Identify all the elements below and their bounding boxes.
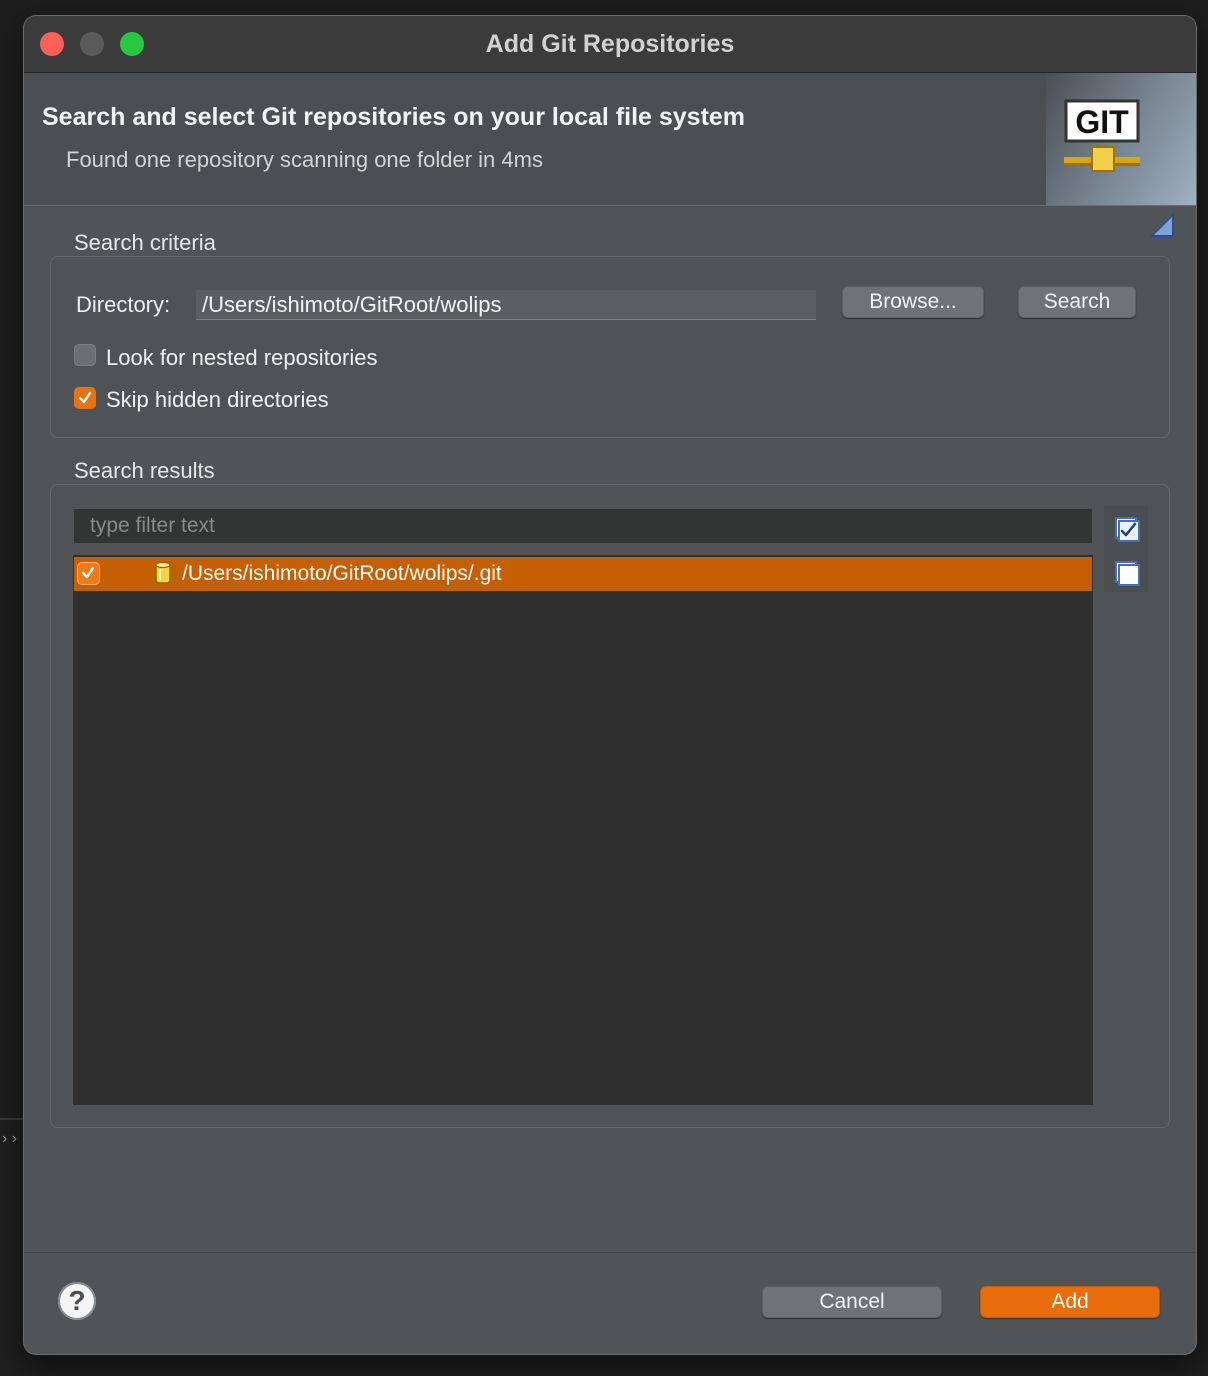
select-all-icon[interactable] <box>1114 516 1140 542</box>
background-chevron-icon: › › <box>2 1130 18 1147</box>
directory-label: Directory: <box>76 292 171 317</box>
skip-hidden-checkbox[interactable] <box>74 387 96 409</box>
wizard-banner: Search and select Git repositories on yo… <box>24 73 1196 237</box>
selection-toolbar <box>1104 506 1148 592</box>
list-item[interactable]: /Users/ishimoto/GitRoot/wolips/.git <box>74 557 1092 591</box>
checkmark-icon <box>81 566 95 579</box>
footer-divider <box>24 1252 1196 1253</box>
skip-hidden-label: Skip hidden directories <box>106 387 329 412</box>
window-title: Add Git Repositories <box>485 30 735 58</box>
wizard-corner-icon <box>1148 211 1176 239</box>
search-criteria-label: Search criteria <box>74 230 216 255</box>
browse-button[interactable]: Browse... <box>842 286 984 318</box>
git-logo-text: GIT <box>1075 104 1129 140</box>
search-results-label: Search results <box>74 458 215 483</box>
directory-input[interactable] <box>196 290 816 320</box>
cancel-button[interactable]: Cancel <box>762 1286 942 1318</box>
title-bar: Add Git Repositories <box>24 16 1196 73</box>
filter-input[interactable] <box>74 509 1092 543</box>
deselect-all-icon[interactable] <box>1114 560 1140 586</box>
results-list[interactable]: /Users/ishimoto/GitRoot/wolips/.git <box>72 554 1094 1106</box>
checkmark-icon <box>78 391 92 404</box>
help-icon[interactable]: ? <box>58 1282 96 1320</box>
nested-repositories-checkbox[interactable] <box>74 344 96 366</box>
repository-icon <box>154 561 172 585</box>
add-button[interactable]: Add <box>980 1286 1160 1318</box>
repository-checkbox[interactable] <box>77 562 100 585</box>
banner-title: Search and select Git repositories on yo… <box>42 103 746 131</box>
search-button[interactable]: Search <box>1018 286 1136 318</box>
banner-subtitle: Found one repository scanning one folder… <box>66 147 543 172</box>
repository-path: /Users/ishimoto/GitRoot/wolips/.git <box>182 562 502 585</box>
dialog-window: Add Git Repositories Search and select G… <box>24 16 1196 1354</box>
nested-repositories-label: Look for nested repositories <box>106 345 378 370</box>
git-logo-icon: GIT <box>1064 99 1140 175</box>
